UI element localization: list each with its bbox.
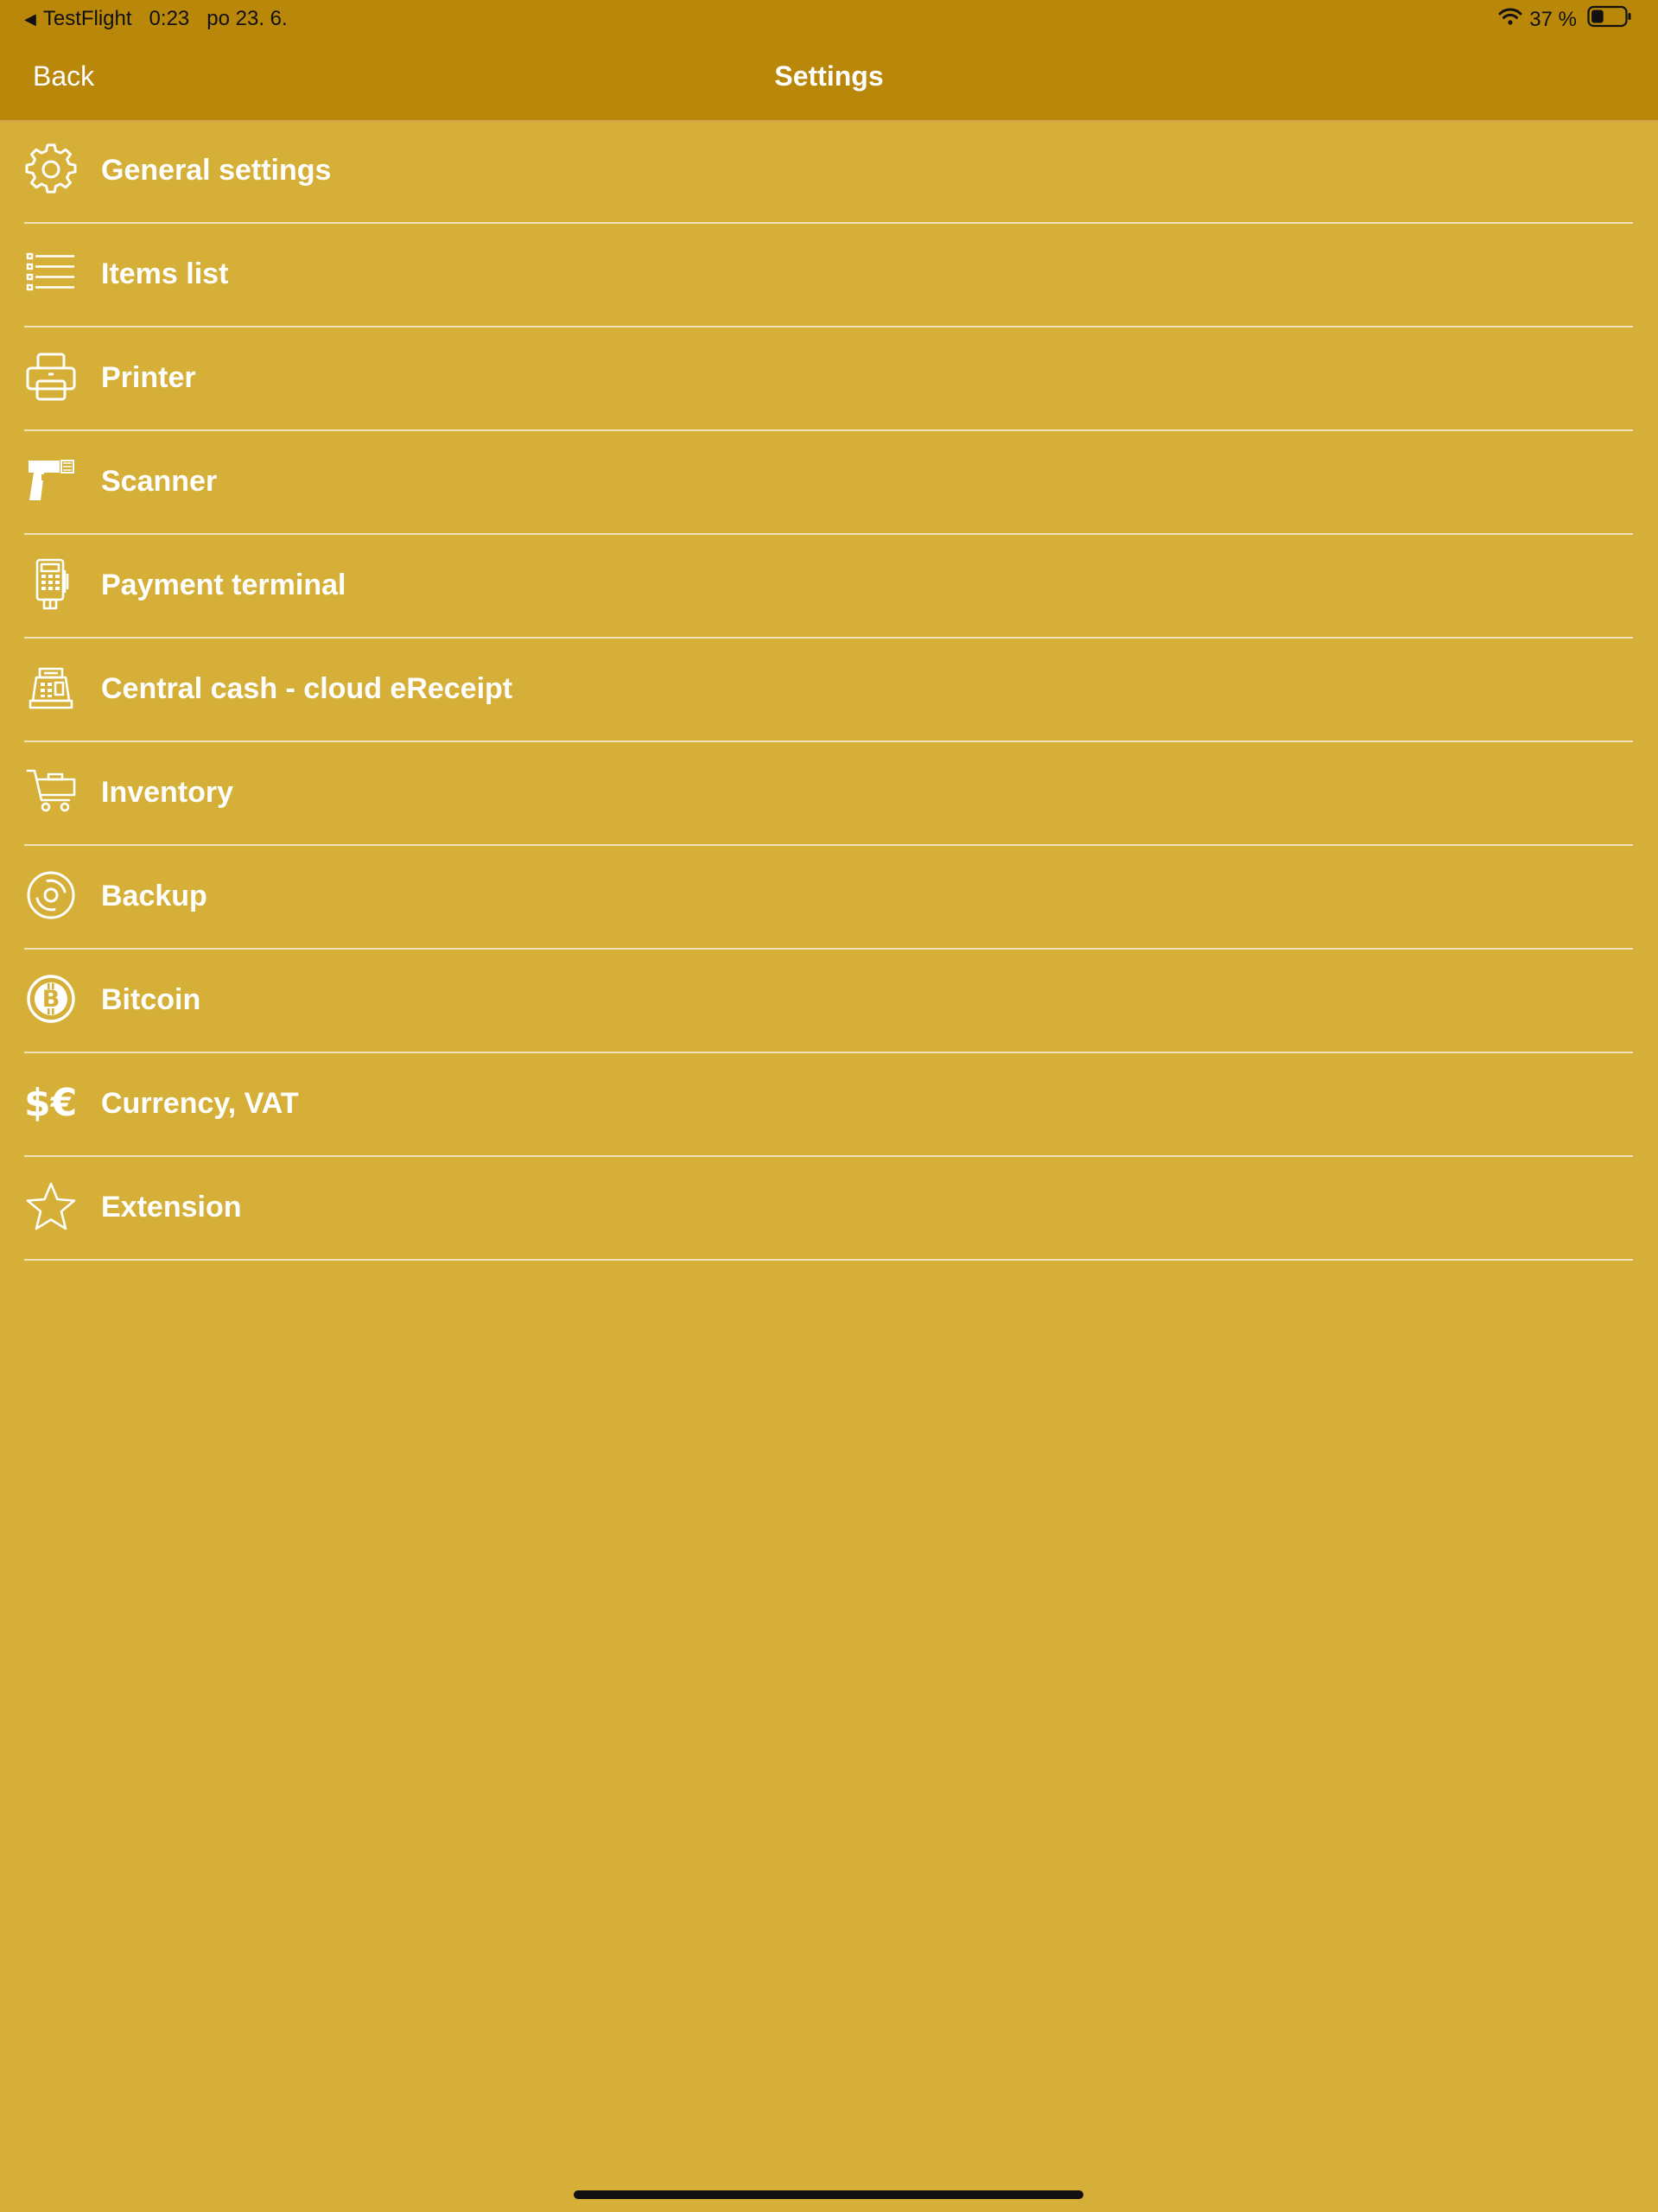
menu-item-label: Payment terminal — [101, 569, 346, 601]
svg-text:$€: $€ — [24, 1081, 77, 1124]
settings-menu: General settings Items list Printer Scan… — [24, 120, 1633, 1261]
currency-icon: $€ — [24, 1076, 78, 1129]
list-icon — [24, 246, 78, 300]
menu-item-label: Central cash - cloud eReceipt — [101, 672, 513, 705]
menu-item-printer[interactable]: Printer — [24, 327, 1633, 431]
bitcoin-icon: B — [24, 972, 78, 1026]
battery-icon — [1587, 5, 1632, 34]
status-time: 0:23 — [149, 7, 190, 30]
status-left: ◀ TestFlight 0:23 po 23. 6. — [24, 7, 288, 31]
menu-item-payment-terminal[interactable]: Payment terminal — [24, 535, 1633, 639]
menu-item-label: Inventory — [101, 776, 234, 809]
menu-item-label: Currency, VAT — [101, 1087, 299, 1120]
cart-icon — [24, 765, 78, 818]
menu-item-label: Bitcoin — [101, 983, 201, 1016]
menu-item-label: Extension — [101, 1191, 242, 1224]
payment-terminal-icon — [24, 557, 78, 611]
menu-item-scanner[interactable]: Scanner — [24, 431, 1633, 535]
menu-item-label: Items list — [101, 257, 229, 290]
menu-item-general-settings[interactable]: General settings — [24, 120, 1633, 224]
menu-item-inventory[interactable]: Inventory — [24, 742, 1633, 846]
menu-item-label: Scanner — [101, 465, 218, 498]
menu-item-label: Printer — [101, 361, 196, 394]
menu-item-label: Backup — [101, 880, 207, 912]
back-to-app-label[interactable]: TestFlight — [43, 7, 132, 31]
cash-register-icon — [24, 661, 78, 715]
menu-item-items-list[interactable]: Items list — [24, 224, 1633, 327]
battery-percent: 37 % — [1529, 7, 1577, 31]
status-bar: ◀ TestFlight 0:23 po 23. 6. 37 % — [0, 0, 1658, 38]
menu-item-backup[interactable]: Backup — [24, 846, 1633, 950]
menu-item-central-cash[interactable]: Central cash - cloud eReceipt — [24, 639, 1633, 742]
menu-item-label: General settings — [101, 154, 332, 187]
barcode-scanner-icon — [24, 454, 78, 507]
back-to-app-icon[interactable]: ◀ — [24, 10, 36, 29]
nav-bar: Back Settings — [0, 38, 1658, 122]
gear-icon — [24, 143, 78, 196]
backup-disc-icon — [24, 868, 78, 922]
star-icon — [24, 1179, 78, 1233]
status-right: 37 % — [1498, 5, 1632, 34]
wifi-icon — [1498, 7, 1522, 32]
home-indicator[interactable] — [574, 2190, 1083, 2199]
printer-icon — [24, 350, 78, 404]
menu-item-currency-vat[interactable]: $€ Currency, VAT — [24, 1053, 1633, 1157]
status-date: po 23. 6. — [206, 7, 288, 30]
page-title: Settings — [774, 60, 884, 92]
menu-item-bitcoin[interactable]: B Bitcoin — [24, 950, 1633, 1053]
svg-text:B: B — [42, 986, 60, 1013]
menu-item-extension[interactable]: Extension — [24, 1157, 1633, 1261]
